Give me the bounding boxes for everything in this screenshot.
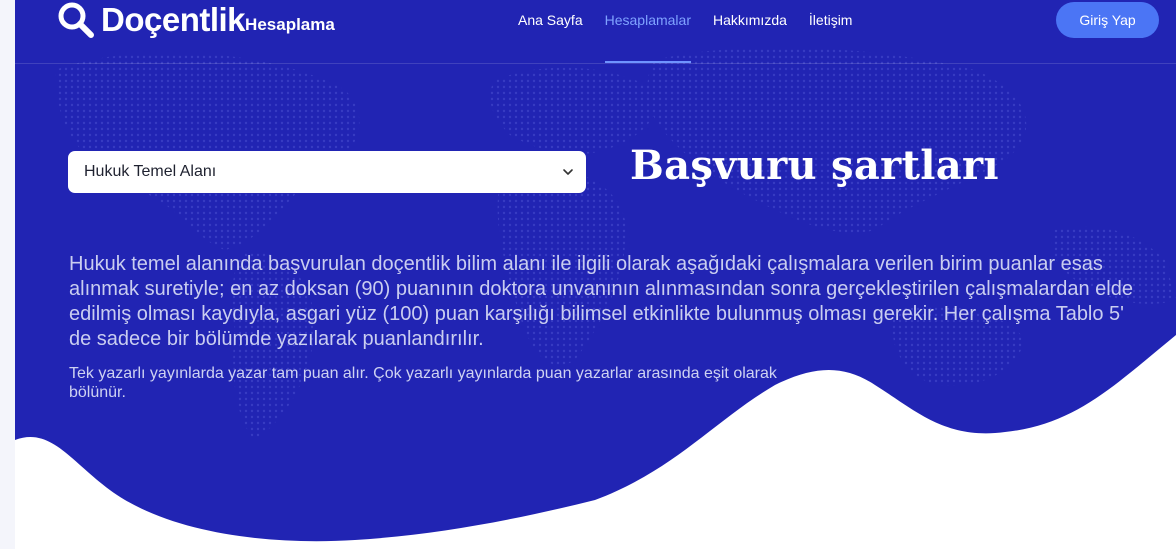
left-page-edge — [0, 0, 16, 549]
nav-link-ana-sayfa[interactable]: Ana Sayfa — [518, 0, 583, 63]
requirements-text: Hukuk temel alanında başvurulan doçentli… — [69, 253, 1133, 350]
nav-link-iletisim[interactable]: İletişim — [809, 0, 853, 63]
top-navbar: Doçentlik Hesaplama Ana Sayfa Hesaplamal… — [15, 0, 1176, 64]
field-select-value: Hukuk Temel Alanı — [84, 163, 217, 180]
nav-link-hakkimizda[interactable]: Hakkımızda — [713, 0, 787, 63]
chevron-down-icon — [563, 169, 573, 175]
brand-name: Doçentlik — [101, 1, 246, 38]
nav-menu: Ana Sayfa Hesaplamalar Hakkımızda İletiş… — [518, 0, 874, 63]
nav-link-hesaplamalar[interactable]: Hesaplamalar — [604, 0, 692, 63]
field-select-dropdown[interactable]: Hukuk Temel Alanı — [68, 151, 586, 193]
hero-section: Doçentlik Hesaplama Ana Sayfa Hesaplamal… — [15, 0, 1176, 549]
search-icon — [58, 2, 94, 38]
page-title: Başvuru şartları — [630, 142, 999, 189]
login-button[interactable]: Giriş Yap — [1056, 2, 1159, 38]
brand-suffix: Hesaplama — [245, 15, 335, 34]
authorship-note: Tek yazarlı yayınlarda yazar tam puan al… — [69, 365, 777, 401]
brand-logo[interactable]: Doçentlik Hesaplama — [57, 0, 335, 40]
